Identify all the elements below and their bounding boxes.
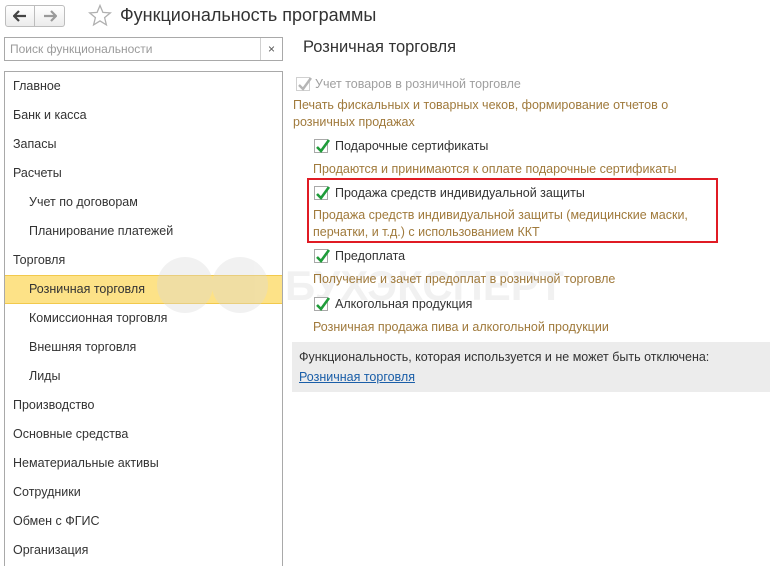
- sidebar-item-organization[interactable]: Организация: [5, 536, 282, 565]
- retail-trade-link[interactable]: Розничная торговля: [299, 370, 415, 384]
- retail-checkbox: [296, 77, 312, 91]
- gift-cards-label[interactable]: Подарочные сертификаты: [335, 139, 488, 153]
- sidebar-item-contracts[interactable]: Учет по договорам: [5, 188, 282, 217]
- page-title: Функциональность программы: [120, 5, 377, 25]
- sidebar-item-trade[interactable]: Торговля: [5, 246, 282, 275]
- ppe-description-line-2: перчатки, и т.д.) с использованием ККТ: [313, 225, 540, 239]
- retail-label: Учет товаров в розничной торговле: [315, 77, 521, 91]
- prepayment-description: Получение и зачет предоплат в розничной …: [313, 272, 616, 286]
- alcohol-description: Розничная продажа пива и алкогольной про…: [313, 320, 609, 334]
- alcohol-checkbox[interactable]: [314, 297, 331, 311]
- search-box: ×: [4, 37, 283, 61]
- functionality-nav-list[interactable]: Главное Банк и касса Запасы Расчеты Учет…: [4, 71, 283, 566]
- sidebar-item-foreign-trade[interactable]: Внешняя торговля: [5, 333, 282, 362]
- check-icon: [298, 77, 312, 91]
- sidebar-item-fgis-exchange[interactable]: Обмен с ФГИС: [5, 507, 282, 536]
- sidebar-item-payment-planning[interactable]: Планирование платежей: [5, 217, 282, 246]
- sidebar-item-retail-trade[interactable]: Розничная торговля: [5, 275, 282, 304]
- gift-cards-checkbox[interactable]: [314, 139, 331, 153]
- ppe-label[interactable]: Продажа средств индивидуальной защиты: [335, 186, 585, 200]
- sidebar-item-employees[interactable]: Сотрудники: [5, 478, 282, 507]
- clear-search-button[interactable]: ×: [260, 38, 282, 60]
- sidebar-item-settlements[interactable]: Расчеты: [5, 159, 282, 188]
- arrow-left-icon: [13, 10, 26, 22]
- check-icon: [316, 139, 331, 153]
- section-title: Розничная торговля: [303, 38, 457, 56]
- retail-description-line-2: розничных продажах: [293, 115, 415, 129]
- sidebar-item-fixed-assets[interactable]: Основные средства: [5, 420, 282, 449]
- alcohol-label[interactable]: Алкогольная продукция: [335, 297, 472, 311]
- ppe-description-line-1: Продажа средств индивидуальной защиты (м…: [313, 208, 688, 222]
- check-icon: [316, 249, 331, 263]
- back-button[interactable]: [5, 5, 35, 27]
- sidebar-item-intangible-assets[interactable]: Нематериальные активы: [5, 449, 282, 478]
- prepayment-checkbox[interactable]: [314, 249, 331, 263]
- sidebar-item-commission-trade[interactable]: Комиссионная торговля: [5, 304, 282, 333]
- sidebar-item-main[interactable]: Главное: [5, 72, 282, 101]
- sidebar-item-production[interactable]: Производство: [5, 391, 282, 420]
- ppe-checkbox[interactable]: [314, 186, 331, 200]
- prepayment-label[interactable]: Предоплата: [335, 249, 405, 263]
- sidebar-item-bank-cash[interactable]: Банк и касса: [5, 101, 282, 130]
- check-icon: [316, 186, 331, 200]
- check-icon: [316, 297, 331, 311]
- sidebar-item-leads[interactable]: Лиды: [5, 362, 282, 391]
- star-icon: [88, 3, 112, 27]
- close-icon: ×: [267, 42, 275, 56]
- title-bar: Функциональность программы: [0, 0, 770, 32]
- sidebar-item-inventory[interactable]: Запасы: [5, 130, 282, 159]
- locked-functionality-panel: Функциональность, которая используется и…: [292, 342, 770, 392]
- locked-functionality-text: Функциональность, которая используется и…: [299, 350, 710, 364]
- ppe-description: Продажа средств индивидуальной защиты (м…: [313, 207, 713, 241]
- search-input[interactable]: [5, 38, 261, 60]
- forward-button[interactable]: [35, 5, 65, 27]
- gift-cards-description: Продаются и принимаются к оплате подароч…: [313, 162, 677, 176]
- retail-description-line-1: Печать фискальных и товарных чеков, форм…: [293, 98, 669, 112]
- favorite-button[interactable]: [88, 3, 112, 30]
- retail-description: Печать фискальных и товарных чеков, форм…: [293, 97, 713, 131]
- arrow-right-icon: [43, 10, 57, 22]
